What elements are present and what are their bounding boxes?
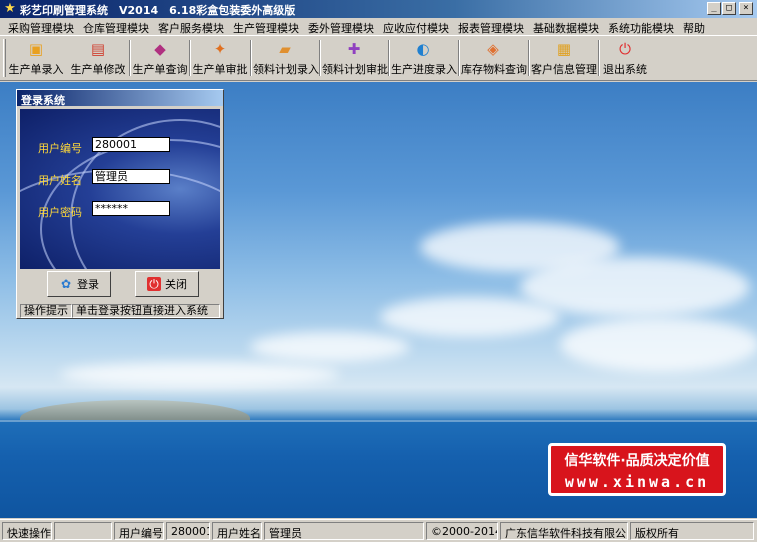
toolbar-exit[interactable]: ⏻ 退出系统 xyxy=(601,38,649,78)
menu-help[interactable]: 帮助 xyxy=(679,18,710,35)
box-add-icon: ▣ xyxy=(28,40,44,58)
toolbar-material-plan-entry[interactable]: ▰ 领料计划录入 xyxy=(253,38,319,78)
login-dialog-caption[interactable]: 登录系统 xyxy=(17,90,223,107)
toolbar-customer-management[interactable]: ▦ 客户信息管理 xyxy=(531,38,597,78)
menu-warehouse[interactable]: 仓库管理模块 xyxy=(79,18,154,35)
toolbar: ▣ 生产单录入 ▤ 生产单修改 ◆ 生产单查询 ✦ 生产单审批 ▰ 领料计划录入… xyxy=(0,35,757,81)
ad-slogan: 信华软件·品质决定价值 xyxy=(564,453,710,469)
status-bar: 快速操作 用户编号 280001 用户姓名 管理员 ©2000-2014? 广东… xyxy=(0,519,757,542)
toolbar-separator xyxy=(189,40,191,76)
minimize-button[interactable]: _ xyxy=(707,2,721,15)
toolbar-separator xyxy=(458,40,460,76)
user-name-input[interactable]: 管理员 xyxy=(92,169,170,184)
customer-icon: ▦ xyxy=(556,40,572,58)
horizon xyxy=(0,420,757,422)
exit-icon: ⏻ xyxy=(619,40,631,58)
power-icon: ⏻ xyxy=(147,277,161,291)
toolbar-production-order-approve[interactable]: ✦ 生产单审批 xyxy=(192,38,248,78)
hint-text: 单击登录按钮直接进入系统 xyxy=(72,304,220,318)
maximize-button[interactable]: □ xyxy=(722,2,736,15)
xinwa-advertisement[interactable]: 信华软件·品质决定价值 www.xinwa.cn xyxy=(548,443,726,496)
cloud xyxy=(250,332,410,362)
status-quick-operation: 快速操作 xyxy=(2,522,52,540)
toolbar-inventory-query[interactable]: ◈ 库存物料查询 xyxy=(461,38,527,78)
toolbar-production-order-entry[interactable]: ▣ 生产单录入 xyxy=(8,38,64,78)
status-user-id: 280001 xyxy=(166,522,210,540)
user-id-input[interactable]: 280001 xyxy=(92,137,170,152)
close-dialog-button[interactable]: ⏻ 关闭 xyxy=(135,271,199,297)
toolbar-separator xyxy=(528,40,530,76)
login-icon: ✿ xyxy=(60,277,72,291)
toolbar-grip[interactable] xyxy=(3,39,6,77)
toolbar-separator xyxy=(129,40,131,76)
toolbar-separator xyxy=(250,40,252,76)
password-label: 用户密码 xyxy=(38,206,82,219)
menu-outsourcing[interactable]: 委外管理模块 xyxy=(304,18,379,35)
cloud xyxy=(520,257,750,317)
app-star-icon: ★ xyxy=(4,1,16,16)
window-title: 彩艺印刷管理系统 V2014 6.18彩盒包装委外高级版 xyxy=(20,4,296,17)
menu-reports[interactable]: 报表管理模块 xyxy=(454,18,529,35)
status-empty-cell xyxy=(54,522,112,540)
cloud xyxy=(60,362,340,387)
user-id-label: 用户编号 xyxy=(38,142,82,155)
status-rights: 版权所有 xyxy=(630,522,754,540)
progress-icon: ◐ xyxy=(416,40,430,58)
menu-production[interactable]: 生产管理模块 xyxy=(229,18,304,35)
menu-base-data[interactable]: 基础数据模块 xyxy=(529,18,604,35)
toolbar-progress-entry[interactable]: ◐ 生产进度录入 xyxy=(391,38,457,78)
toolbar-material-plan-approve[interactable]: ✚ 领料计划审批 xyxy=(322,38,388,78)
material-add-icon: ▰ xyxy=(279,40,291,58)
close-button[interactable]: × xyxy=(739,2,753,15)
toolbar-separator xyxy=(319,40,321,76)
status-user-name-label: 用户姓名 xyxy=(212,522,262,540)
password-input[interactable]: ****** xyxy=(92,201,170,216)
status-company: 广东信华软件科技有限公司 xyxy=(500,522,628,540)
toolbar-separator xyxy=(598,40,600,76)
toolbar-separator xyxy=(388,40,390,76)
box-edit-icon: ▤ xyxy=(90,40,106,58)
status-user-name: 管理员 xyxy=(264,522,424,540)
cloud xyxy=(560,317,757,372)
hint-label: 操作提示 xyxy=(20,304,72,318)
menu-receivables[interactable]: 应收应付模块 xyxy=(379,18,454,35)
menu-bar: 采购管理模块 仓库管理模块 客户服务模块 生产管理模块 委外管理模块 应收应付模… xyxy=(0,18,757,35)
island xyxy=(20,400,250,422)
approve-icon: ✦ xyxy=(213,40,227,58)
user-name-label: 用户姓名 xyxy=(38,174,82,187)
menu-purchase[interactable]: 采购管理模块 xyxy=(4,18,79,35)
cloud xyxy=(380,297,560,337)
box-search-icon: ◆ xyxy=(154,40,166,58)
inventory-icon: ◈ xyxy=(487,40,499,58)
menu-customer-service[interactable]: 客户服务模块 xyxy=(154,18,229,35)
material-approve-icon: ✚ xyxy=(347,40,361,58)
menu-system[interactable]: 系统功能模块 xyxy=(604,18,679,35)
login-dialog: 登录系统 用户编号 280001 用户姓名 管理员 用户密码 ****** ✿ … xyxy=(16,89,224,319)
status-user-id-label: 用户编号 xyxy=(114,522,164,540)
login-banner: 用户编号 280001 用户姓名 管理员 用户密码 ****** xyxy=(20,109,220,269)
status-copyright: ©2000-2014? xyxy=(426,522,498,540)
toolbar-production-order-edit[interactable]: ▤ 生产单修改 xyxy=(70,38,126,78)
operation-hint: 操作提示 单击登录按钮直接进入系统 xyxy=(20,304,220,318)
login-button[interactable]: ✿ 登录 xyxy=(47,271,111,297)
toolbar-production-order-query[interactable]: ◆ 生产单查询 xyxy=(132,38,188,78)
title-bar[interactable]: ★ 彩艺印刷管理系统 V2014 6.18彩盒包装委外高级版 _ □ × xyxy=(0,0,757,18)
ad-website: www.xinwa.cn xyxy=(564,473,710,491)
window-controls: _ □ × xyxy=(707,2,753,15)
